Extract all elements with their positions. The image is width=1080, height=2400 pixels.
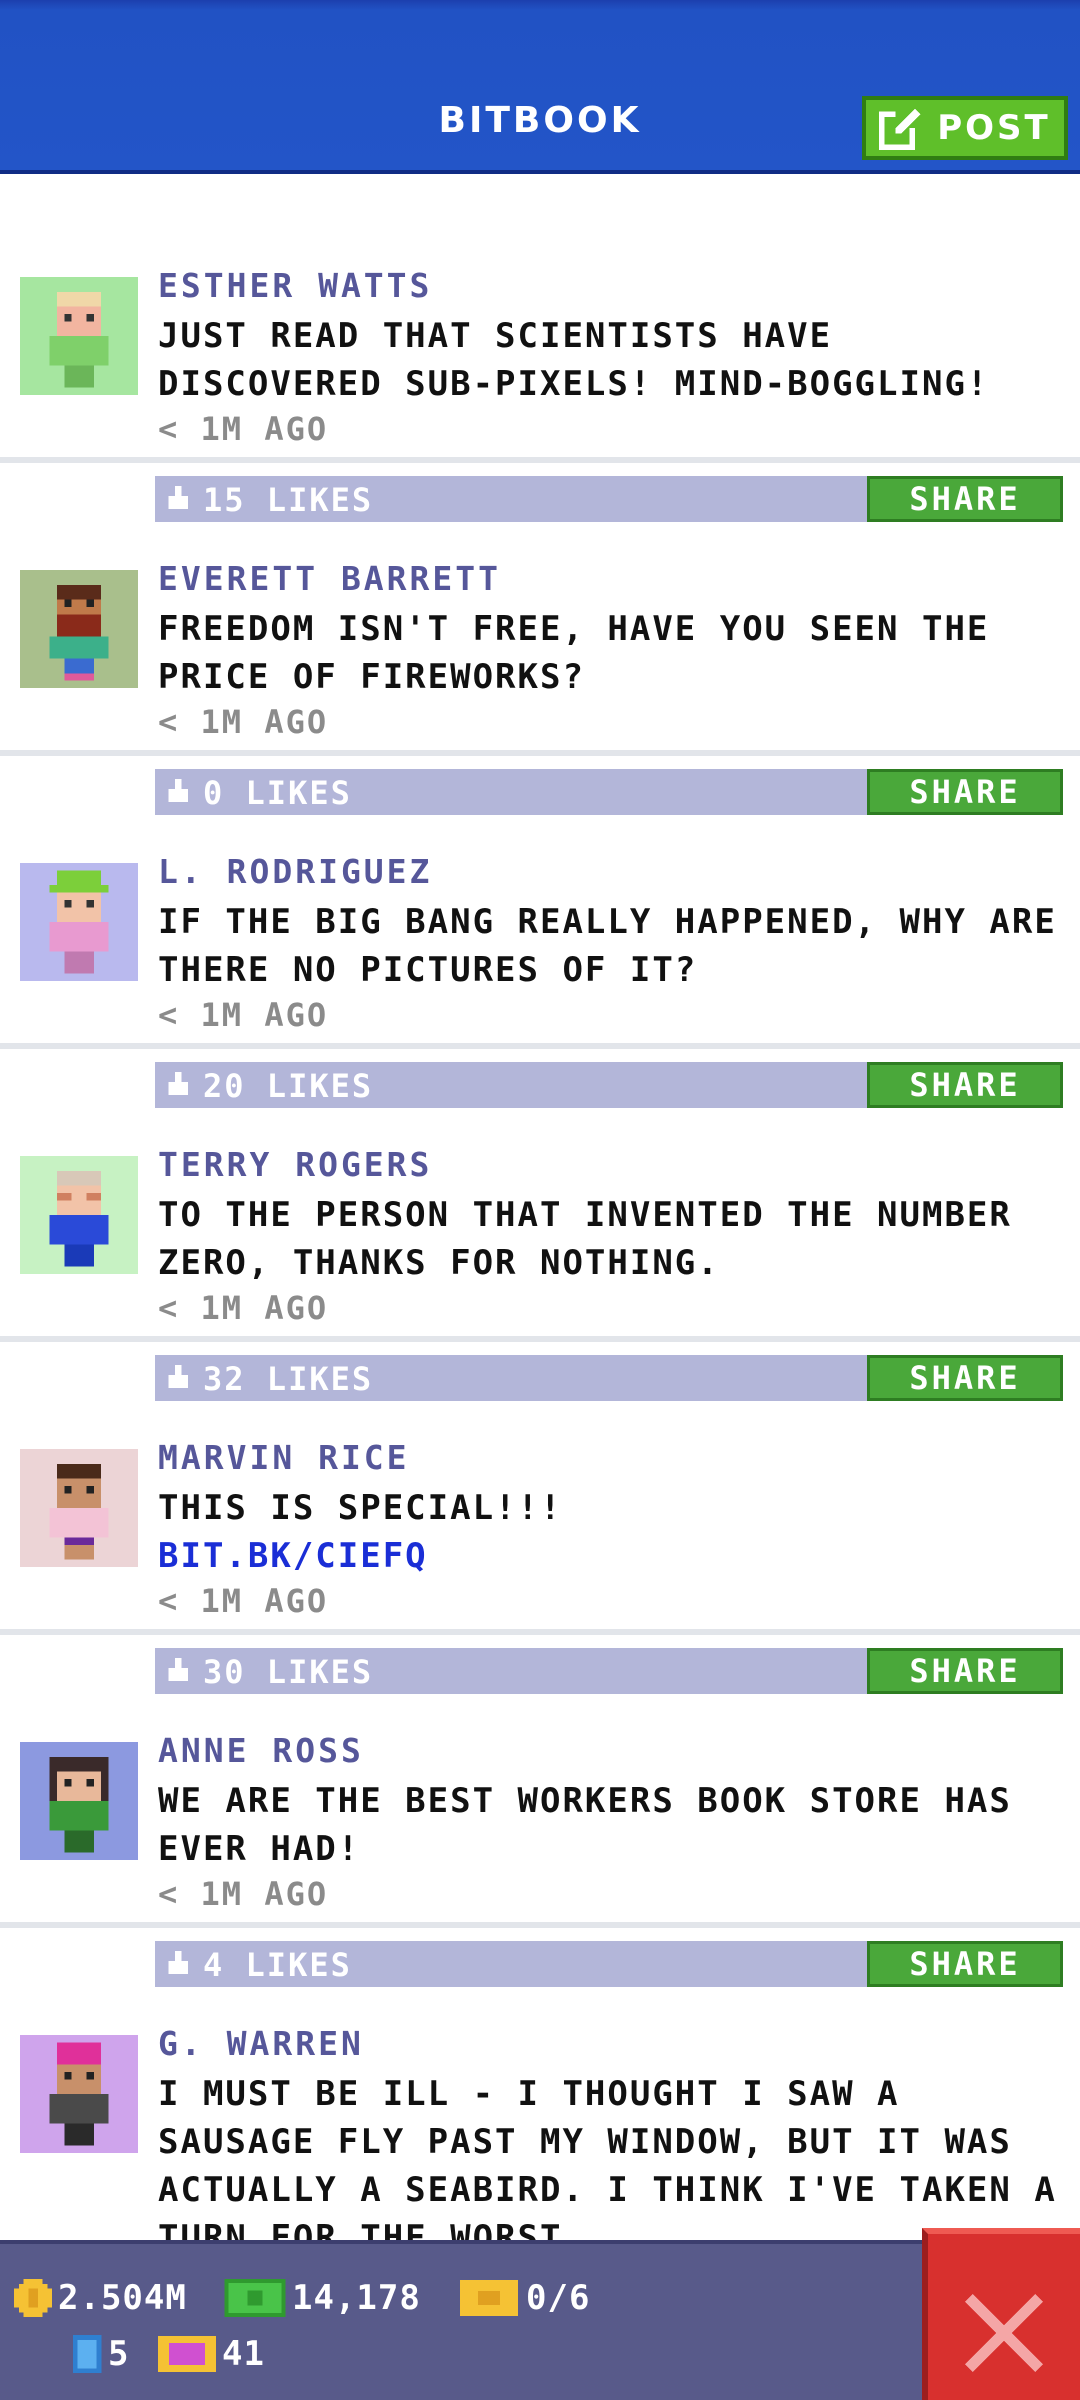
post-time: < 1M AGO [158, 1875, 329, 1913]
feed-post: ESTHER WATTS JUST READ THAT SCIENTISTS H… [0, 170, 1080, 522]
close-icon [965, 2294, 1043, 2372]
author-name[interactable]: EVERETT BARRETT [158, 559, 501, 598]
post-text: I MUST BE ILL - I THOUGHT I SAW A SAUSAG… [158, 2074, 1057, 2240]
post-text: IF THE BIG BANG REALLY HAPPENED, WHY ARE… [158, 902, 1057, 990]
feed-post: L. RODRIGUEZ IF THE BIG BANG REALLY HAPP… [0, 756, 1080, 1108]
vip-stat[interactable]: 41 [158, 2334, 265, 2374]
feed-post: EVERETT BARRETT FREEDOM ISN'T FREE, HAVE… [0, 463, 1080, 815]
post-text-body: THIS IS SPECIAL!!! [158, 1488, 563, 1528]
post-text: THIS IS SPECIAL!!! BIT.BK/CIEFQ [158, 1484, 1063, 1580]
author-name[interactable]: TERRY ROGERS [158, 1145, 432, 1184]
tickets-stat[interactable]: 0/6 [458, 2278, 590, 2318]
bux-value: 5 [108, 2334, 130, 2374]
author-name[interactable]: ESTHER WATTS [158, 266, 432, 305]
l-rodriguez-avatar[interactable] [20, 863, 138, 981]
feed-post: ANNE ROSS WE ARE THE BEST WORKERS BOOK S… [0, 1635, 1080, 1987]
tickets-value: 0/6 [526, 2278, 591, 2318]
anne-ross-avatar[interactable] [20, 1742, 138, 1860]
feed-post: TERRY ROGERS TO THE PERSON THAT INVENTED… [0, 1049, 1080, 1401]
post-time: < 1M AGO [158, 410, 329, 448]
author-name[interactable]: MARVIN RICE [158, 1438, 410, 1477]
post-text: TO THE PERSON THAT INVENTED THE NUMBER Z… [158, 1195, 1012, 1283]
app-header: BITBOOK POST [0, 0, 1080, 170]
cash-stat[interactable]: 14,178 [224, 2278, 421, 2318]
coins-value: 2.504M [58, 2278, 187, 2318]
close-button[interactable] [922, 2228, 1080, 2400]
bux-icon [72, 2335, 102, 2373]
coin-icon [14, 2279, 52, 2317]
post-feed[interactable]: ESTHER WATTS JUST READ THAT SCIENTISTS H… [0, 170, 1080, 2240]
esther-watts-avatar[interactable] [20, 277, 138, 395]
post-time: < 1M AGO [158, 1289, 329, 1327]
ticket-icon [460, 2280, 518, 2316]
post-text: FREEDOM ISN'T FREE, HAVE YOU SEEN THE PR… [158, 609, 990, 697]
post-time: < 1M AGO [158, 996, 329, 1034]
post-time: < 1M AGO [158, 703, 329, 741]
terry-rogers-avatar[interactable] [20, 1156, 138, 1274]
post-text: JUST READ THAT SCIENTISTS HAVE DISCOVERE… [158, 316, 990, 404]
post-text: WE ARE THE BEST WORKERS BOOK STORE HAS E… [158, 1781, 1012, 1869]
author-name[interactable]: ANNE ROSS [158, 1731, 364, 1770]
everett-barrett-avatar[interactable] [20, 570, 138, 688]
vip-value: 41 [222, 2334, 265, 2374]
author-name[interactable]: L. RODRIGUEZ [158, 852, 432, 891]
post-button-label: POST [937, 108, 1051, 148]
post-link[interactable]: BIT.BK/CIEFQ [158, 1532, 1063, 1580]
marvin-rice-avatar[interactable] [20, 1449, 138, 1567]
coins-stat[interactable]: 2.504M [14, 2278, 187, 2318]
post-button[interactable]: POST [862, 96, 1068, 160]
feed-post: G. WARREN I MUST BE ILL - I THOUGHT I SA… [0, 1928, 1080, 2240]
post-time: < 1M AGO [158, 1582, 329, 1620]
g-warren-avatar[interactable] [20, 2035, 138, 2153]
compose-icon [879, 108, 921, 150]
cash-value: 14,178 [292, 2278, 421, 2318]
vip-icon [158, 2335, 216, 2373]
cash-icon [224, 2279, 286, 2317]
status-bar: 2.504M 14,178 0/6 5 41 [0, 2240, 1080, 2400]
bux-stat[interactable]: 5 [72, 2334, 129, 2374]
author-name[interactable]: G. WARREN [158, 2024, 364, 2063]
feed-post: MARVIN RICE THIS IS SPECIAL!!! BIT.BK/CI… [0, 1342, 1080, 1694]
